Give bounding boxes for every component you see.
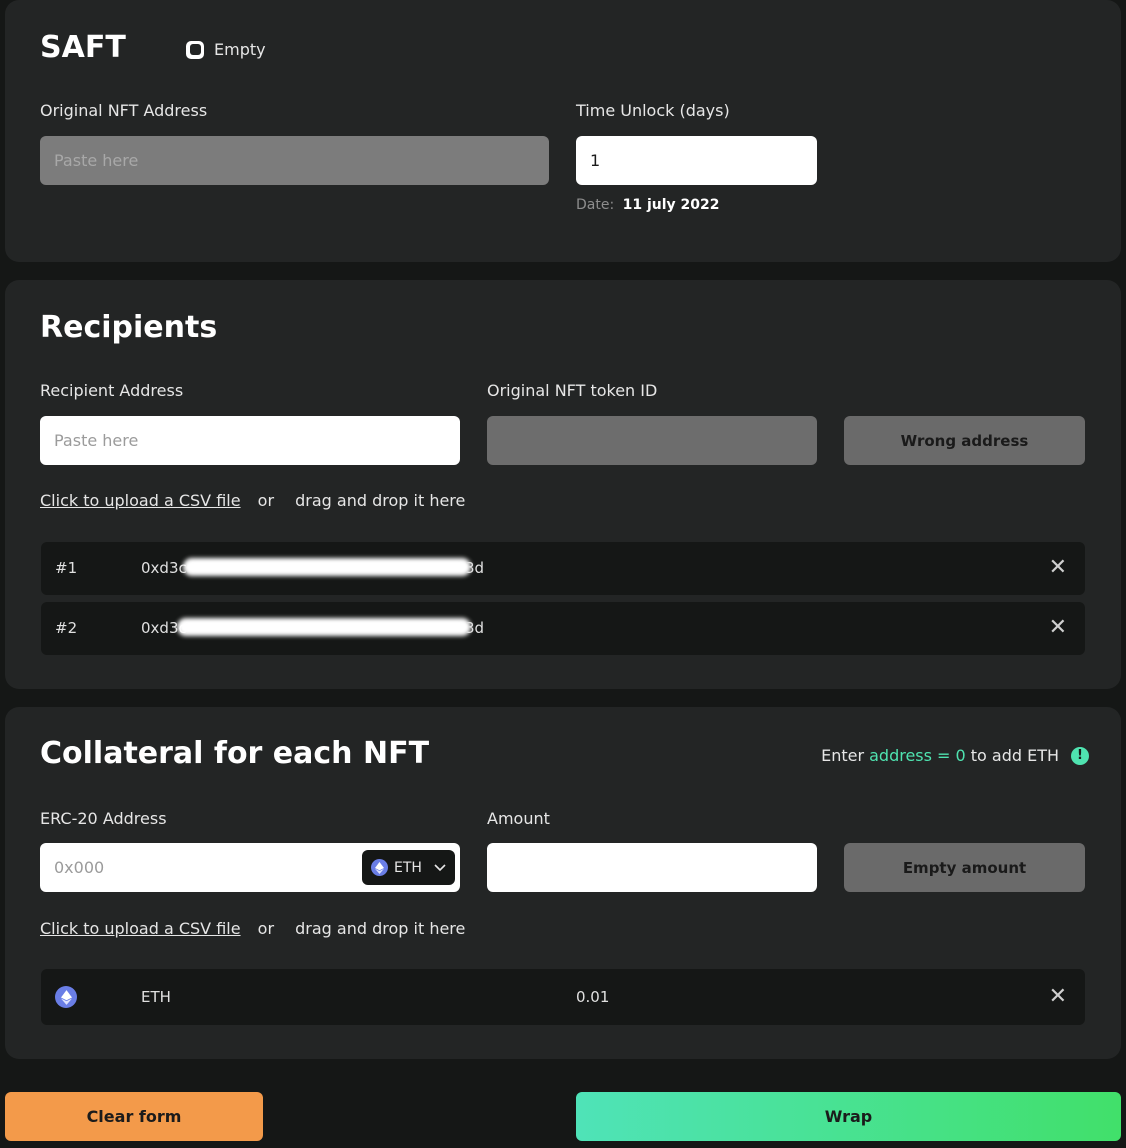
- wrap-button[interactable]: Wrap: [576, 1092, 1121, 1141]
- saft-title: SAFT: [40, 30, 126, 65]
- recipient-row-1: #1 0xd3c 3d ✕: [41, 542, 1085, 595]
- amount-label: Amount: [487, 809, 550, 828]
- recipient-index: #1: [55, 559, 78, 577]
- collateral-hint: Enter address = 0 to add ETH !: [821, 746, 1089, 765]
- chevron-down-icon: [434, 863, 446, 871]
- time-unlock-label: Time Unlock (days): [576, 101, 730, 120]
- redacted-address: [183, 558, 471, 576]
- erc20-placeholder: 0x000: [54, 858, 105, 877]
- recipient-address-start: 0xd3c: [141, 559, 187, 577]
- empty-amount-button[interactable]: Empty amount: [844, 843, 1085, 892]
- eth-icon: [371, 859, 388, 876]
- recipient-address-end: 3d: [465, 619, 485, 637]
- amount-input[interactable]: [487, 843, 817, 892]
- time-unlock-value: 1: [590, 151, 601, 170]
- eth-icon: [55, 986, 77, 1008]
- recipient-address-input[interactable]: Paste here: [40, 416, 460, 465]
- collateral-card: Collateral for each NFT Enter address = …: [5, 707, 1121, 1059]
- recipients-card: Recipients Recipient Address Paste here …: [5, 280, 1121, 689]
- close-icon[interactable]: ✕: [1049, 557, 1067, 579]
- recipient-address-label: Recipient Address: [40, 381, 184, 400]
- collateral-csv-or: or: [257, 919, 275, 938]
- date-value: 11 july 2022: [622, 197, 720, 213]
- collateral-csv-upload: Click to upload a CSV file or drag and d…: [40, 919, 465, 938]
- collateral-token: ETH: [141, 988, 171, 1006]
- original-nft-input[interactable]: Paste here: [40, 136, 549, 185]
- recipients-csv-drag: drag and drop it here: [295, 491, 466, 510]
- token-select[interactable]: ETH: [362, 850, 455, 885]
- wrong-address-button[interactable]: Wrong address: [844, 416, 1085, 465]
- empty-checkbox[interactable]: Empty: [186, 40, 266, 59]
- recipient-index: #2: [55, 619, 78, 637]
- redacted-address: [177, 618, 471, 636]
- clear-form-button[interactable]: Clear form: [5, 1092, 263, 1141]
- date-info: Date: 11 july 2022: [576, 197, 720, 213]
- hint-highlight: address = 0: [869, 746, 966, 765]
- time-unlock-input[interactable]: 1: [576, 136, 817, 185]
- recipients-csv-link[interactable]: Click to upload a CSV file: [40, 491, 241, 510]
- close-icon[interactable]: ✕: [1049, 617, 1067, 639]
- empty-checkbox-label: Empty: [214, 40, 266, 59]
- hint-suffix: to add ETH: [970, 746, 1059, 765]
- collateral-csv-link[interactable]: Click to upload a CSV file: [40, 919, 241, 938]
- token-id-input[interactable]: [487, 416, 817, 465]
- collateral-csv-drag: drag and drop it here: [295, 919, 466, 938]
- collateral-amount: 0.01: [576, 988, 610, 1006]
- recipient-address-end: 3d: [465, 559, 485, 577]
- collateral-title: Collateral for each NFT: [40, 736, 430, 771]
- recipients-csv-upload: Click to upload a CSV file or drag and d…: [40, 491, 465, 510]
- erc20-label: ERC-20 Address: [40, 809, 167, 828]
- original-nft-label: Original NFT Address: [40, 101, 208, 120]
- collateral-row-1: ETH 0.01 ✕: [41, 969, 1085, 1025]
- checkbox-icon: [186, 40, 204, 59]
- date-label: Date:: [576, 197, 615, 213]
- recipients-title: Recipients: [40, 310, 218, 345]
- token-id-label: Original NFT token ID: [487, 381, 658, 400]
- info-icon[interactable]: !: [1071, 746, 1089, 765]
- recipient-row-2: #2 0xd3c 3d ✕: [41, 602, 1085, 655]
- recipients-csv-or: or: [257, 491, 275, 510]
- original-nft-placeholder: Paste here: [54, 151, 139, 170]
- token-select-label: ETH: [394, 859, 422, 876]
- close-icon[interactable]: ✕: [1049, 986, 1067, 1008]
- hint-prefix: Enter: [821, 746, 865, 765]
- recipient-address-placeholder: Paste here: [54, 431, 139, 450]
- saft-card: SAFT Empty Original NFT Address Paste he…: [5, 0, 1121, 262]
